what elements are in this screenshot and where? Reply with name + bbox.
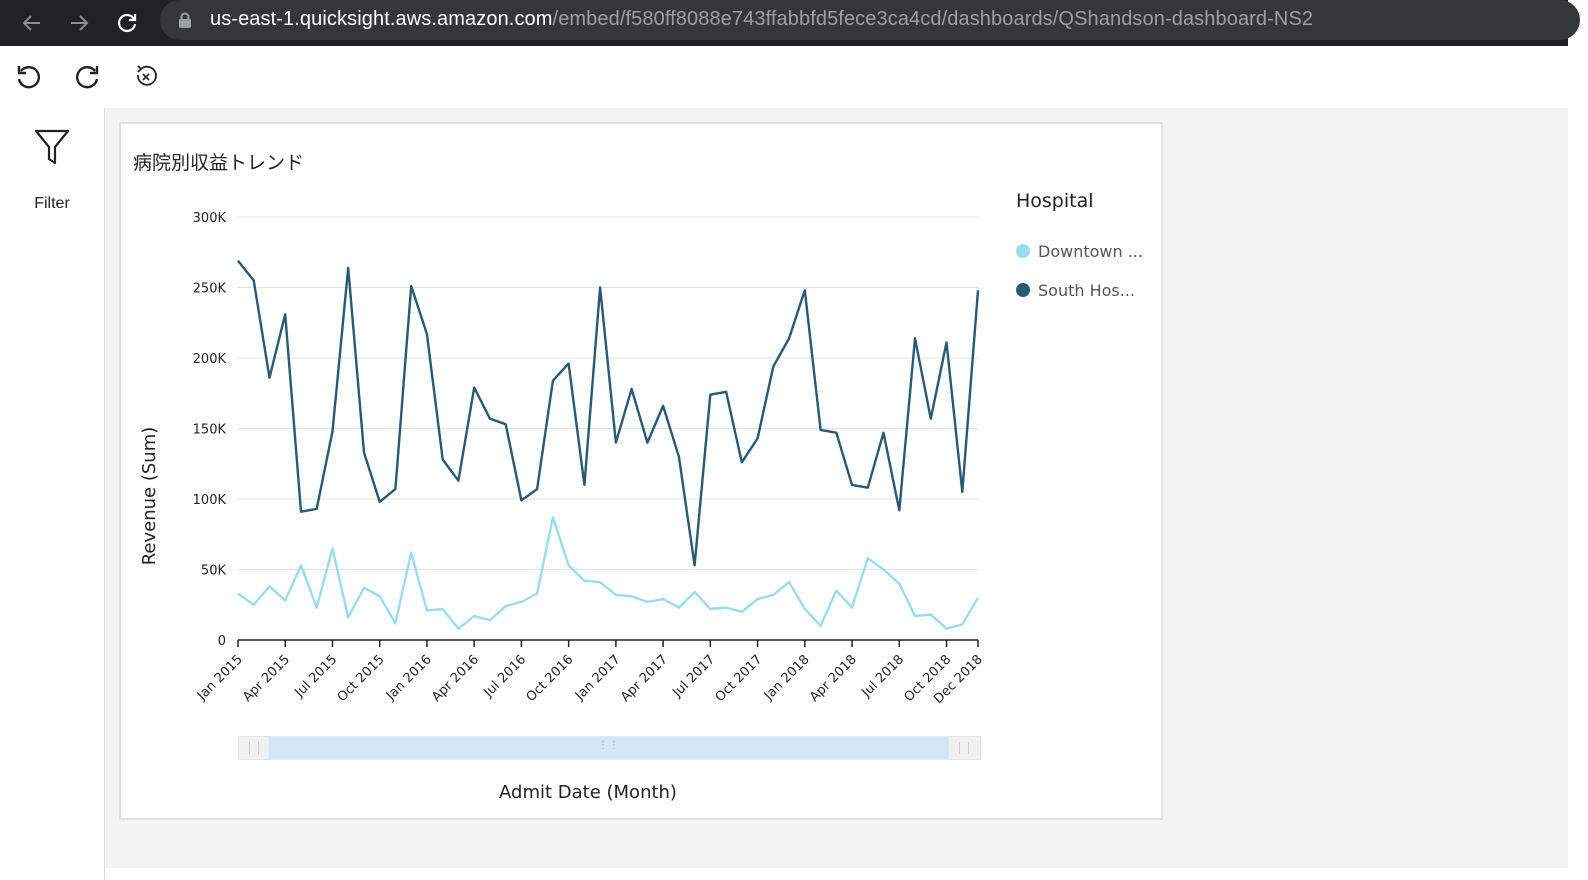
x-tick-label: Apr 2018 — [807, 652, 860, 705]
series-line-downtown[interactable] — [237, 516, 980, 630]
x-tick-label: Jan 2016 — [383, 652, 435, 704]
scrollbar-thumb[interactable]: ⋮⋮ — [269, 737, 949, 759]
y-tick-label: 100K — [193, 493, 227, 508]
legend-label-downtown: Downtown ... — [1038, 241, 1143, 261]
scrollbar-left-handle[interactable] — [249, 742, 259, 754]
dashboard-toolbar — [0, 46, 1568, 108]
x-tick-label: Apr 2016 — [429, 652, 482, 705]
x-tick-label: Jul 2017 — [669, 652, 718, 701]
filter-icon — [34, 129, 70, 165]
y-tick-label: 250K — [193, 282, 227, 297]
x-tick-label: Jul 2018 — [858, 652, 907, 701]
chart-svg: 0 50K 100K 150K 200K 250K 300K Jan 2015Apr 2015… — [139, 211, 986, 803]
filter-label: Filter — [34, 195, 70, 212]
legend-item-downtown[interactable]: Downtown ... — [1016, 240, 1143, 262]
legend-title: Hospital — [1016, 190, 1094, 212]
legend-label-south: South Hos... — [1038, 280, 1135, 300]
x-tick-label: Jul 2015 — [292, 652, 341, 701]
y-tick-label: 0 — [218, 634, 226, 649]
arrow-right-icon — [71, 15, 89, 31]
redo-button[interactable] — [70, 60, 104, 94]
x-tick-label: Jul 2016 — [481, 652, 530, 701]
x-tick-label: Apr 2015 — [240, 652, 293, 705]
x-tick-label: Oct 2015 — [335, 652, 388, 705]
browser-chrome: us-east-1.quicksight.aws.amazon.com/embe… — [0, 0, 1580, 46]
x-tick-label: Apr 2017 — [618, 652, 671, 705]
chart-scrollbar[interactable]: ⋮⋮ — [238, 736, 981, 760]
legend-dot-downtown — [1016, 244, 1030, 258]
url-text: us-east-1.quicksight.aws.amazon.com/embe… — [210, 8, 1313, 31]
left-panel: Filter — [0, 108, 105, 880]
x-axis-title: Admit Date (Month) — [499, 782, 677, 803]
series-layer — [237, 259, 980, 630]
legend-dot-south — [1016, 283, 1030, 297]
y-axis-title: Revenue (Sum) — [139, 427, 160, 566]
y-tick-label: 300K — [193, 211, 227, 226]
x-tick-label: Jan 2017 — [572, 652, 624, 704]
y-tick-label: 200K — [193, 352, 227, 367]
x-tick-label: Jan 2015 — [194, 652, 246, 704]
legend-item-south[interactable]: South Hos... — [1016, 279, 1135, 301]
axis-layer: 0 50K 100K 150K 200K 250K 300K Jan 2015Apr 2015… — [193, 211, 986, 707]
y-tick-label: 150K — [193, 423, 227, 438]
y-tick-label: 50K — [201, 564, 227, 579]
undo-button[interactable] — [12, 60, 46, 94]
lock-icon — [179, 12, 191, 28]
redo-icon — [76, 66, 99, 89]
filter-button[interactable]: Filter — [18, 128, 86, 212]
x-tick-label: Oct 2016 — [524, 652, 577, 705]
url-path: /embed/f580ff8088e743ffabbfd5fece3ca4cd/… — [552, 8, 1314, 30]
back-button[interactable] — [16, 7, 48, 39]
reload-icon — [117, 13, 137, 33]
reset-button[interactable] — [129, 60, 163, 94]
url-domain: us-east-1.quicksight.aws.amazon.com — [210, 8, 553, 30]
address-bar[interactable]: us-east-1.quicksight.aws.amazon.com/embe… — [160, 0, 1580, 40]
series-line-south[interactable] — [237, 259, 980, 567]
line-chart-visual[interactable]: 病院別収益トレンド 0 50K 100K 150K 200K 250K 300K Jan 20… — [119, 122, 1163, 820]
arrow-left-icon — [22, 15, 40, 31]
forward-button[interactable] — [63, 7, 95, 39]
x-tick-label: Oct 2017 — [713, 652, 766, 705]
grip-icon: ⋮⋮ — [598, 740, 620, 751]
reload-button[interactable] — [111, 7, 143, 39]
reset-icon — [137, 65, 157, 86]
undo-icon — [17, 66, 40, 89]
x-tick-label: Jan 2018 — [761, 652, 813, 704]
scrollbar-right-handle[interactable] — [959, 742, 969, 754]
